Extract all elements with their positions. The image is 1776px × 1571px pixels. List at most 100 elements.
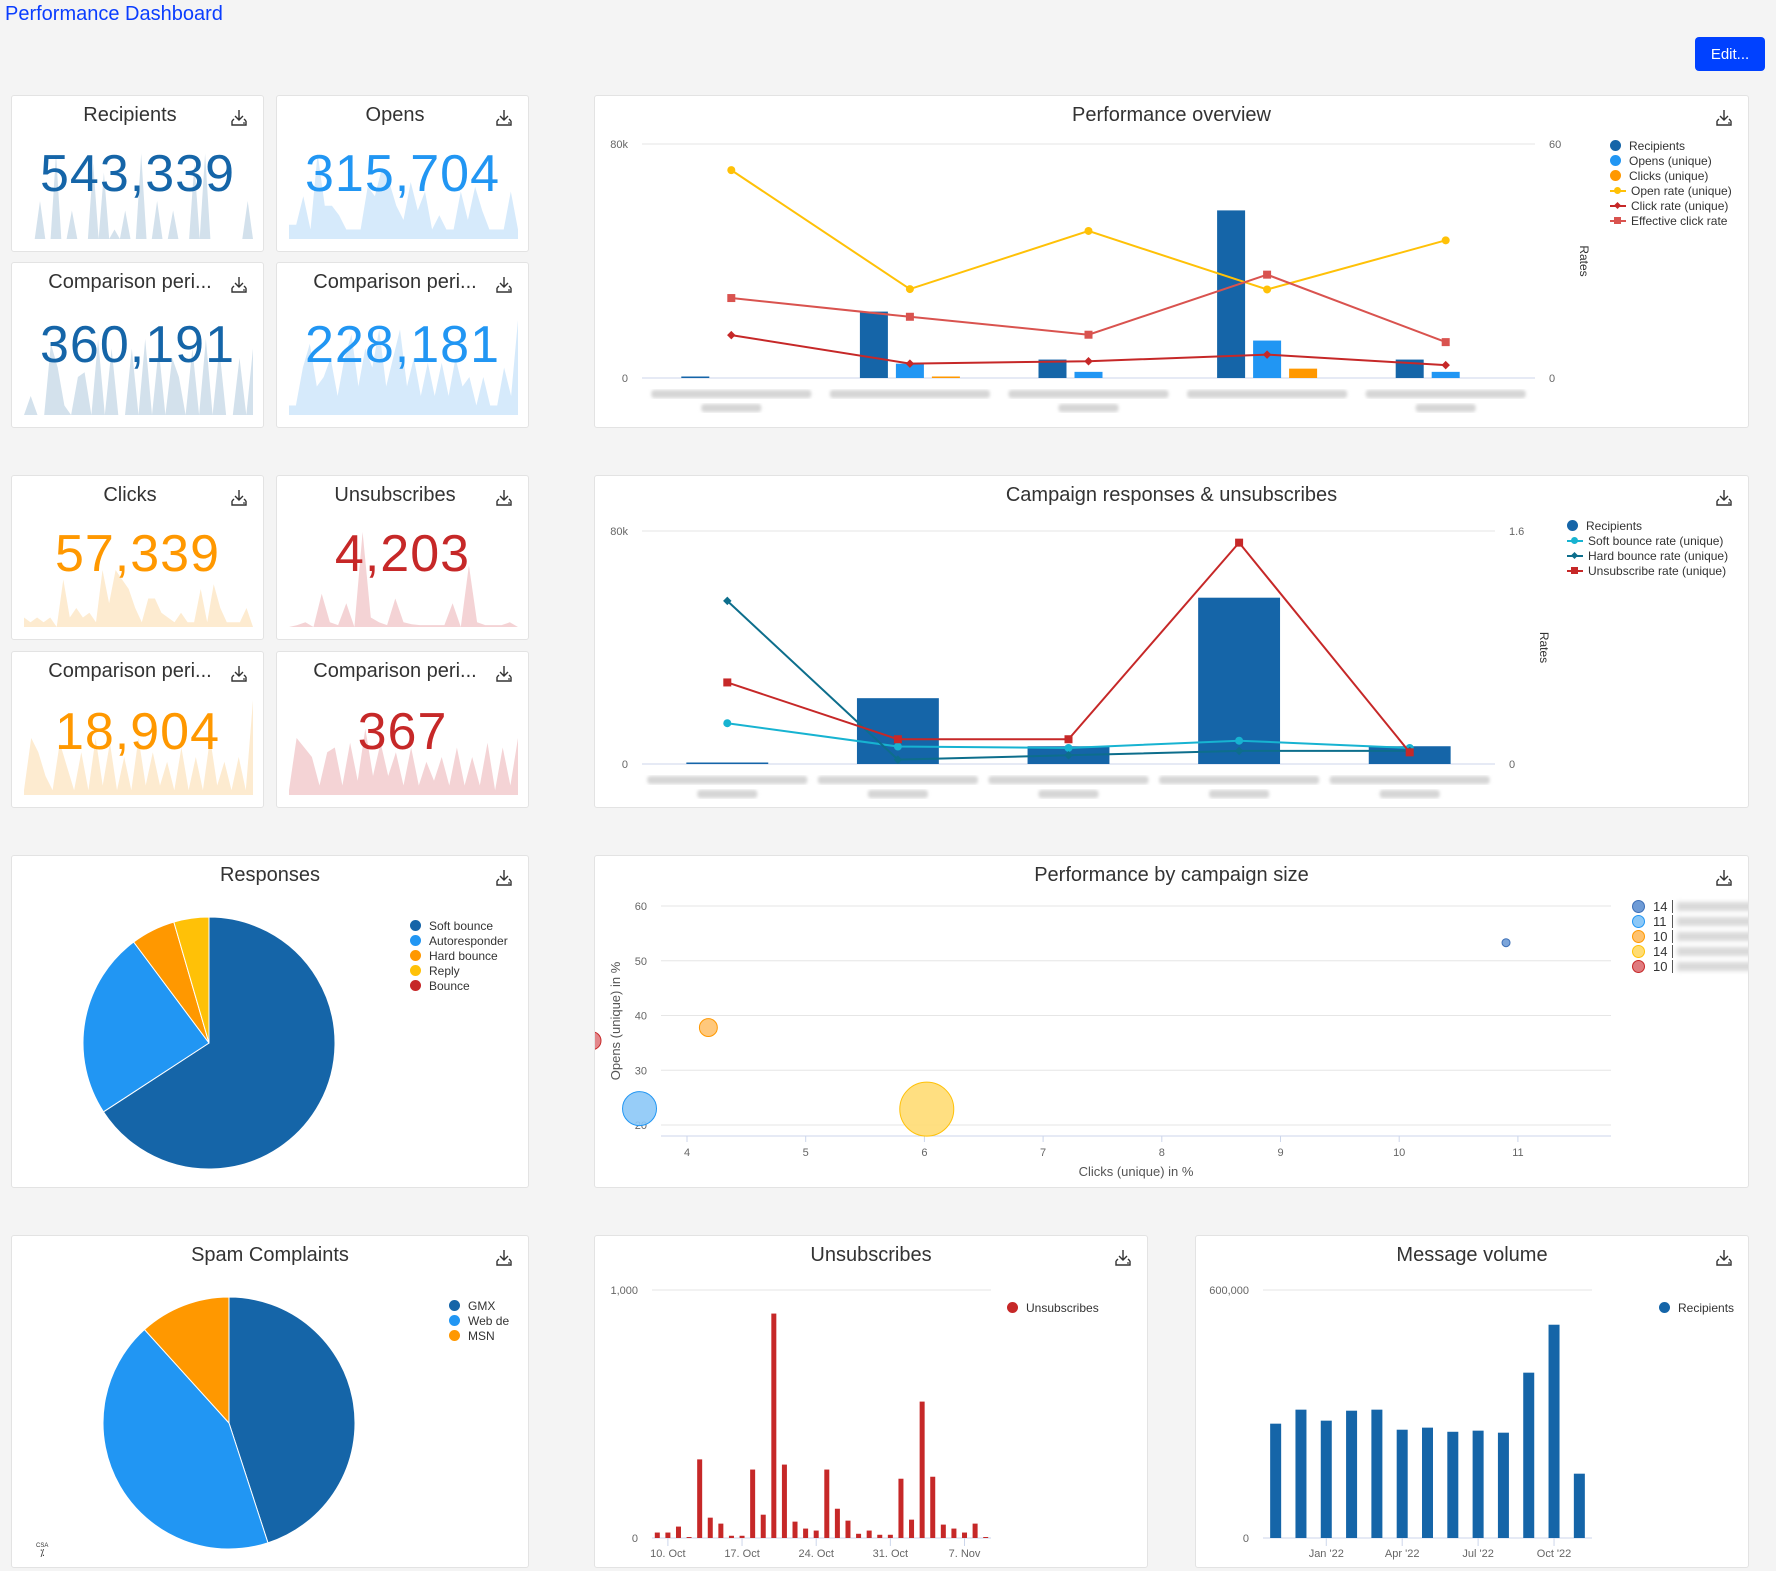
line-point <box>893 735 902 744</box>
legend-label: 10 <box>1653 929 1668 944</box>
unsubscribes-chart-card: Unsubscribes 0 1,000 10. Oct 17. Oct 24. Oct… <box>594 1235 1148 1568</box>
kpi-title: Comparison peri... <box>48 660 212 682</box>
bar <box>697 1459 703 1538</box>
x-tick-label: 24. Oct <box>798 1548 833 1560</box>
plot-area: 0 80k 0 1.6 Rates <box>610 526 1551 798</box>
x-tick-label: 8 <box>1159 1147 1165 1159</box>
legend-item[interactable]: 11 <box>1632 914 1748 929</box>
legend-item[interactable]: Clicks (unique) <box>1610 168 1732 183</box>
legend-item[interactable]: 14 <box>1632 899 1748 914</box>
legend-item[interactable]: Bounce <box>410 978 508 993</box>
legend-marker-shape <box>1613 201 1622 210</box>
legend-item[interactable]: Unsubscribe rate (unique) <box>1567 563 1728 578</box>
legend-label-redacted <box>1677 902 1748 911</box>
y-tick-label: 0 <box>1243 1533 1249 1545</box>
legend-item[interactable]: Recipients <box>1610 138 1732 153</box>
x-tick-label-redacted <box>1379 790 1440 798</box>
bar <box>781 1464 787 1538</box>
legend-item[interactable]: Open rate (unique) <box>1610 183 1732 198</box>
x-tick-label-redacted <box>829 390 990 398</box>
legend-marker <box>449 1330 460 1341</box>
download-icon[interactable] <box>494 275 514 295</box>
bar <box>859 311 888 378</box>
x-tick-label-redacted <box>867 790 928 798</box>
line-point <box>1235 736 1244 745</box>
legend-item[interactable]: Hard bounce <box>410 948 508 963</box>
kpi-card: Comparison peri... 360,191 <box>11 262 264 428</box>
download-icon[interactable] <box>229 108 249 128</box>
legend-label: MSN <box>468 1328 495 1343</box>
legend-marker <box>1567 535 1583 546</box>
legend-item[interactable]: Recipients <box>1567 518 1728 533</box>
kpi-value: 18,904 <box>54 703 221 761</box>
legend-marker <box>1632 915 1645 928</box>
bar <box>824 1469 830 1538</box>
chart-legend: 14 11 10 14 10 <box>1632 899 1748 974</box>
x-tick-label-redacted <box>1008 390 1169 398</box>
kpi-title: Comparison peri... <box>48 271 212 293</box>
legend-marker <box>410 965 421 976</box>
x-tick-label-redacted <box>1365 390 1526 398</box>
legend-marker-shape <box>1614 217 1621 224</box>
spam-complaints-pie-chart <box>102 1296 356 1550</box>
bar <box>909 1519 915 1538</box>
x-tick-label: Jan '22 <box>1309 1548 1344 1560</box>
legend-item[interactable]: MSN <box>449 1328 509 1343</box>
legend-item[interactable]: Web de <box>449 1313 509 1328</box>
download-icon[interactable] <box>494 488 514 508</box>
x-tick-label-redacted <box>1209 790 1270 798</box>
legend-item[interactable]: Opens (unique) <box>1610 153 1732 168</box>
legend-marker-shape <box>1614 187 1621 194</box>
legend-label: GMX <box>468 1298 496 1313</box>
legend-item[interactable]: Unsubscribes <box>1007 1300 1099 1315</box>
legend-item[interactable]: Soft bounce rate (unique) <box>1567 533 1728 548</box>
bar <box>1523 1372 1535 1538</box>
legend-separator <box>1672 945 1673 958</box>
download-icon[interactable] <box>229 488 249 508</box>
y2-tick-label: 0 <box>1509 759 1515 771</box>
legend-item[interactable]: 14 <box>1632 944 1748 959</box>
legend-item[interactable]: Autoresponder <box>410 933 508 948</box>
legend-item[interactable]: Recipients <box>1659 1300 1734 1315</box>
legend-item[interactable]: Hard bounce rate (unique) <box>1567 548 1728 563</box>
download-icon[interactable] <box>494 108 514 128</box>
kpi-value: 228,181 <box>305 316 500 374</box>
kpi-value: 543,339 <box>40 145 235 203</box>
legend-item[interactable]: 10 <box>1632 929 1748 944</box>
bar <box>792 1521 798 1538</box>
kpi-value: 4,203 <box>334 525 471 583</box>
page-title[interactable]: Performance Dashboard <box>5 3 223 26</box>
x-tick-label: Oct '22 <box>1537 1548 1572 1560</box>
edit-button[interactable]: Edit... <box>1695 37 1765 71</box>
bar <box>930 1476 936 1538</box>
download-icon[interactable] <box>494 664 514 684</box>
csa-badge-icon[interactable]: CSA ⁒ <box>36 1543 48 1559</box>
kpi-title: Unsubscribes <box>334 484 456 506</box>
legend-label: Recipients <box>1678 1300 1735 1315</box>
legend-item[interactable]: GMX <box>449 1298 509 1313</box>
line-point <box>905 312 914 321</box>
legend-item[interactable]: Soft bounce <box>410 918 508 933</box>
legend-marker-shape <box>1571 567 1578 574</box>
download-icon[interactable] <box>229 664 249 684</box>
bar <box>940 1524 946 1538</box>
line-point <box>1064 735 1073 744</box>
bar <box>1422 1427 1433 1538</box>
legend-item[interactable]: Reply <box>410 963 508 978</box>
kpi-title: Recipients <box>83 104 177 126</box>
bar <box>1472 1430 1484 1538</box>
chart-legend: Recipients Opens (unique) Clicks (unique) O… <box>1610 138 1732 228</box>
legend-item[interactable]: Effective click rate <box>1610 213 1732 228</box>
bubble-point <box>899 1081 955 1137</box>
legend-separator <box>1672 960 1673 973</box>
download-icon[interactable] <box>229 275 249 295</box>
line-point <box>1235 538 1244 547</box>
line-point <box>1084 226 1093 235</box>
legend-item[interactable]: 10 <box>1632 959 1748 974</box>
x-tick-label: 7. Nov <box>949 1548 981 1560</box>
legend-item[interactable]: Click rate (unique) <box>1610 198 1732 213</box>
bar <box>887 1534 893 1538</box>
kpi-title: Comparison peri... <box>313 660 477 682</box>
y-tick-label: 0 <box>632 1533 638 1545</box>
kpi-card: Comparison peri... 367 <box>276 651 529 808</box>
